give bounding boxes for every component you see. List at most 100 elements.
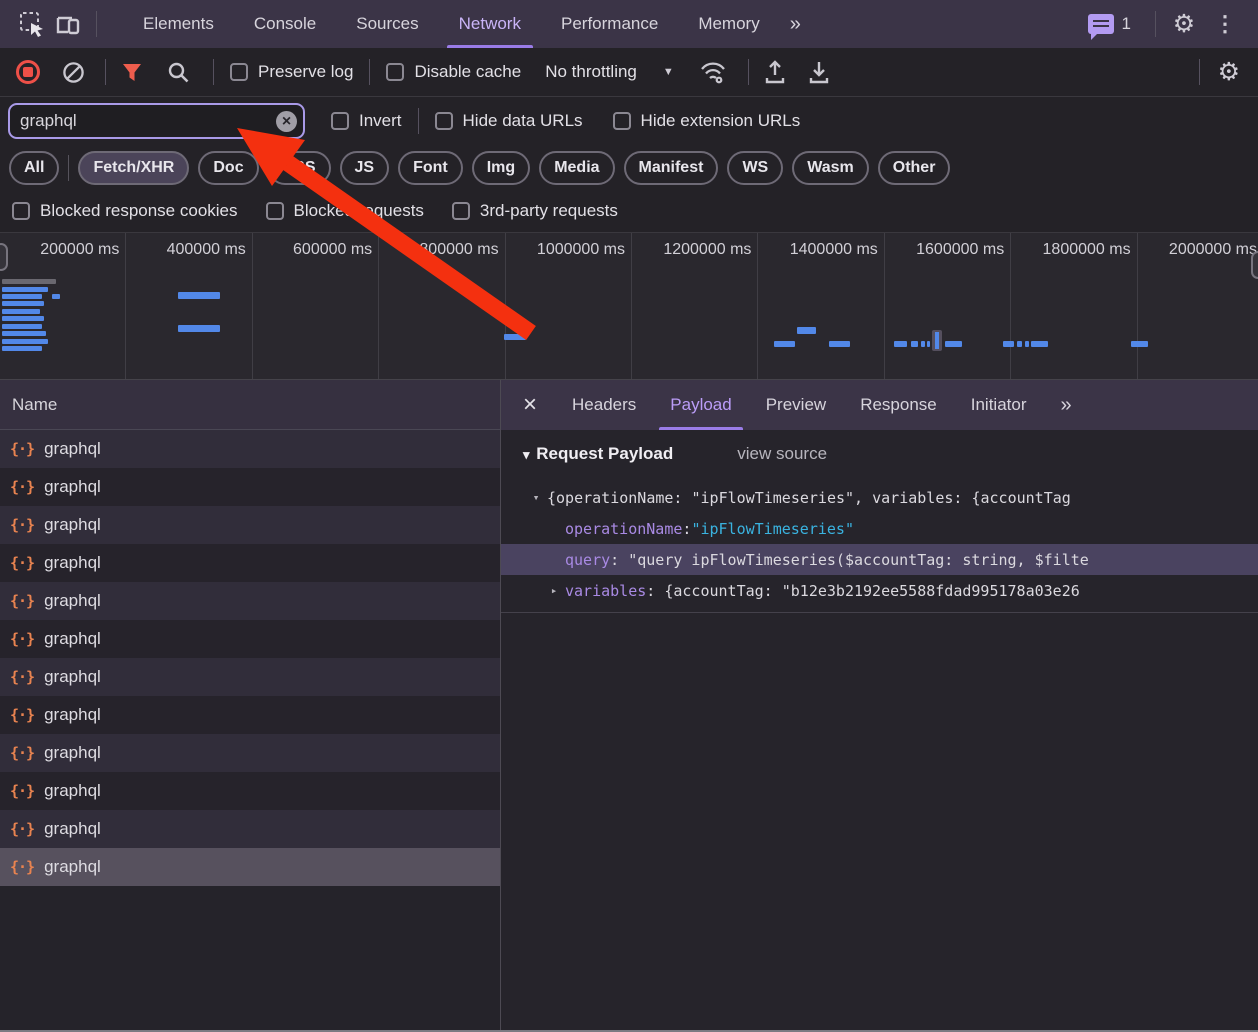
fetch-xhr-icon: {·}	[10, 858, 34, 876]
table-row[interactable]: {·} graphql	[0, 544, 500, 582]
details-tab-response[interactable]: Response	[843, 380, 954, 430]
payload-text: :	[682, 520, 691, 538]
chip-img[interactable]: Img	[472, 151, 530, 185]
request-name: graphql	[44, 743, 101, 763]
fetch-xhr-icon: {·}	[10, 744, 34, 762]
payload-tree-line[interactable]: ▾{operationName: "ipFlowTimeseries", var…	[501, 482, 1258, 513]
disclosure-triangle-icon[interactable]: ▸	[547, 584, 561, 597]
import-har-icon[interactable]	[807, 59, 831, 85]
chip-font[interactable]: Font	[398, 151, 463, 185]
payload-tree-line[interactable]: operationName: "ipFlowTimeseries"	[501, 513, 1258, 544]
waterfall-bar	[2, 331, 46, 336]
invert-toggle[interactable]: Invert	[331, 111, 402, 131]
timeline-right-handle[interactable]	[1251, 251, 1258, 279]
preserve-log-toggle[interactable]: Preserve log	[230, 62, 353, 82]
filter-input[interactable]	[10, 111, 303, 131]
chip-js[interactable]: JS	[340, 151, 390, 185]
payload-tree-line[interactable]: ▸variables: {accountTag: "b12e3b2192ee55…	[501, 575, 1258, 606]
table-row[interactable]: {·}graphql	[0, 772, 500, 810]
waterfall-bar	[2, 339, 48, 344]
timeline-column: 1800000 ms	[1011, 233, 1137, 380]
checkbox[interactable]	[266, 202, 284, 220]
tab-sources[interactable]: Sources	[336, 0, 438, 48]
table-row[interactable]: {·}graphql	[0, 848, 500, 886]
checkbox[interactable]	[452, 202, 470, 220]
tab-network[interactable]: Network	[439, 0, 541, 48]
option-label: 3rd-party requests	[480, 201, 618, 221]
3rd-party-requests-toggle[interactable]: 3rd-party requests	[452, 201, 618, 221]
hide-data-urls-checkbox[interactable]	[435, 112, 453, 130]
record-stop-icon[interactable]	[16, 60, 40, 84]
table-row[interactable]: {·} graphql	[0, 734, 500, 772]
close-icon[interactable]: ×	[501, 393, 555, 417]
chip-doc[interactable]: Doc	[198, 151, 258, 185]
timeline-tick-label: 1000000 ms	[537, 241, 625, 259]
table-row[interactable]: {·}graphql	[0, 430, 500, 468]
waterfall-bar	[1131, 341, 1148, 347]
filter-funnel-icon[interactable]	[120, 60, 144, 84]
chip-css[interactable]: CSS	[268, 151, 331, 185]
details-tab-initiator[interactable]: Initiator	[954, 380, 1044, 430]
preserve-log-checkbox[interactable]	[230, 63, 248, 81]
chip-fetchxhr[interactable]: Fetch/XHR	[78, 151, 189, 185]
fetch-xhr-icon: {·}	[10, 478, 34, 496]
request-name: graphql	[44, 553, 101, 573]
timeline-tick-label: 1400000 ms	[790, 241, 878, 259]
details-tab-preview[interactable]: Preview	[749, 380, 843, 430]
request-type-chips: All Fetch/XHR Doc CSS JSFont Img Media Manifest…	[0, 145, 1258, 190]
table-row[interactable]: {·}graphql	[0, 658, 500, 696]
table-row[interactable]: {·}graphql	[0, 696, 500, 734]
invert-checkbox[interactable]	[331, 112, 349, 130]
tab-console[interactable]: Console	[234, 0, 336, 48]
clear-icon[interactable]	[62, 61, 85, 84]
timeline-left-handle[interactable]	[0, 243, 8, 271]
chip-ws[interactable]: WS	[727, 151, 783, 185]
export-har-icon[interactable]	[763, 59, 787, 85]
table-row[interactable]: {·}graphql	[0, 810, 500, 848]
details-more-tabs-chevron-icon[interactable]: »	[1044, 380, 1087, 430]
chip-all[interactable]: All	[9, 151, 59, 185]
chip-wasm[interactable]: Wasm	[792, 151, 869, 185]
more-panels-chevron-icon[interactable]: »	[780, 0, 809, 48]
fetch-xhr-icon: {·}	[10, 554, 34, 572]
view-source-link[interactable]: view source	[737, 444, 827, 464]
table-row[interactable]: {·}graphql	[0, 468, 500, 506]
details-tab-headers[interactable]: Headers	[555, 380, 653, 430]
clear-filter-icon[interactable]: ×	[276, 111, 297, 132]
network-conditions-icon[interactable]	[698, 59, 728, 85]
details-tab-payload[interactable]: Payload	[653, 380, 748, 430]
settings-gear-icon[interactable]: ⚙	[1166, 6, 1202, 42]
inspect-icon[interactable]	[14, 6, 50, 42]
network-settings-gear-icon[interactable]: ⚙	[1218, 60, 1240, 85]
checkbox[interactable]	[12, 202, 30, 220]
disable-cache-toggle[interactable]: Disable cache	[386, 62, 521, 82]
payload-tree: ▾{operationName: "ipFlowTimeseries", var…	[501, 482, 1258, 613]
waterfall-bar	[52, 294, 60, 299]
waterfall-bar	[921, 341, 925, 347]
request-payload-title[interactable]: ▾ Request Payload	[523, 444, 673, 464]
table-row[interactable]: {·}graphql	[0, 620, 500, 658]
chip-other[interactable]: Other	[878, 151, 951, 185]
chip-manifest[interactable]: Manifest	[624, 151, 719, 185]
disable-cache-checkbox[interactable]	[386, 63, 404, 81]
blocked-response-cookies-toggle[interactable]: Blocked response cookies	[12, 201, 238, 221]
chip-media[interactable]: Media	[539, 151, 614, 185]
name-column-header[interactable]: Name	[0, 380, 500, 430]
kebab-menu-icon[interactable]: ⋮	[1202, 11, 1248, 37]
hide-data-urls-toggle[interactable]: Hide data URLs	[435, 111, 583, 131]
disclosure-triangle-icon[interactable]: ▾	[529, 491, 543, 504]
throttling-select[interactable]: No throttling ▼	[545, 62, 674, 82]
tab-memory[interactable]: Memory	[678, 0, 779, 48]
tab-elements[interactable]: Elements	[123, 0, 234, 48]
hide-extension-urls-toggle[interactable]: Hide extension URLs	[613, 111, 801, 131]
timeline-overview[interactable]: 200000 ms400000 ms600000 ms800000 ms1000…	[0, 233, 1258, 380]
search-icon[interactable]	[166, 60, 191, 85]
table-row[interactable]: {·}graphql	[0, 582, 500, 620]
hide-extension-urls-checkbox[interactable]	[613, 112, 631, 130]
issues-bubble-icon[interactable]	[1088, 14, 1114, 34]
tab-performance[interactable]: Performance	[541, 0, 678, 48]
blocked-requests-toggle[interactable]: Blocked requests	[266, 201, 424, 221]
payload-tree-line[interactable]: query: "query ipFlowTimeseries($accountT…	[501, 544, 1258, 575]
device-toolbar-icon[interactable]	[50, 6, 86, 42]
table-row[interactable]: {·}graphql	[0, 506, 500, 544]
